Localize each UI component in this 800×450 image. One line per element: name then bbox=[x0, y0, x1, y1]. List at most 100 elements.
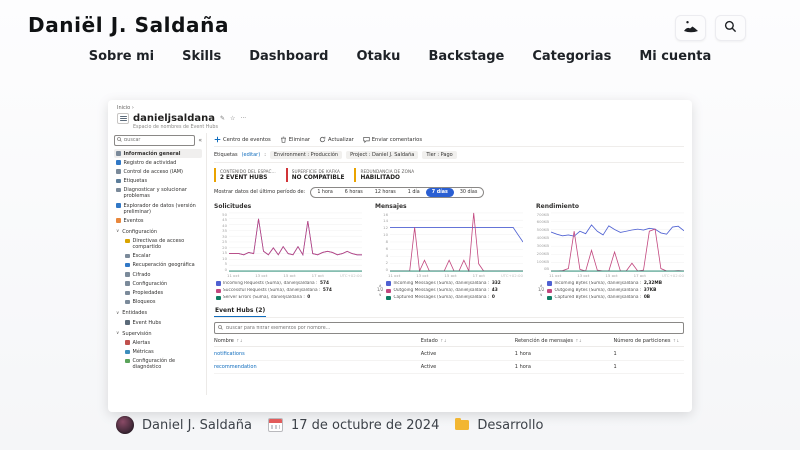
nav-item-skills[interactable]: Skills bbox=[182, 49, 221, 64]
sidebar-item-event-hubs[interactable]: Event Hubs bbox=[114, 318, 202, 327]
sidebar-item-configuracion[interactable]: Configuración bbox=[114, 279, 202, 288]
collapse-sidebar-icon[interactable]: « bbox=[198, 137, 202, 144]
legend-item[interactable]: Outgoing Bytes (Suma), danieljsaldana :3… bbox=[547, 288, 684, 293]
sidebar-item-entidades[interactable]: ∨Entidades bbox=[114, 309, 202, 318]
legend-item[interactable]: Successful Requests (Suma), danieljsalda… bbox=[216, 288, 362, 293]
tags-label: Etiquetas bbox=[214, 152, 238, 158]
period-7-dias[interactable]: 7 días bbox=[426, 188, 454, 196]
events-icon bbox=[116, 218, 121, 223]
column-label: Nombre bbox=[214, 338, 234, 344]
sidebar-item-metricas[interactable]: Métricas bbox=[114, 348, 202, 357]
sidebar-item-bloqueos[interactable]: Bloqueos bbox=[114, 298, 202, 307]
nav-item-otaku[interactable]: Otaku bbox=[357, 49, 401, 64]
sidebar-item-propiedades[interactable]: Propiedades bbox=[114, 288, 202, 297]
legend-item[interactable]: Incoming Requests (Suma), danieljsaldana… bbox=[216, 281, 362, 286]
column-header-numero-de-particiones[interactable]: Número de particiones ↑↓ bbox=[613, 338, 684, 344]
nav-item-sobre-mi[interactable]: Sobre mi bbox=[89, 49, 154, 64]
x-tick: 11 oct bbox=[227, 273, 239, 278]
sidebar-search-input[interactable] bbox=[124, 138, 192, 143]
theme-mountain-button[interactable] bbox=[675, 15, 706, 41]
chip-contenido-del-espac: CONTENIDO DEL ESPAC...2 EVENT HUBS bbox=[214, 168, 276, 182]
breadcrumb[interactable]: Inicio › bbox=[117, 105, 683, 111]
more-options-icon[interactable]: ··· bbox=[240, 115, 246, 122]
legend-item[interactable]: Captured Bytes (Suma), danieljsaldana :0… bbox=[547, 295, 684, 300]
tags-edit-link[interactable]: (editar) bbox=[242, 152, 261, 158]
period-30-dias[interactable]: 30 días bbox=[454, 188, 483, 196]
sidebar-item-configuracion[interactable]: ∨Configuración bbox=[114, 227, 202, 236]
favorite-star-icon[interactable]: ☆ bbox=[230, 115, 235, 122]
sidebar-item-configuracion-de-diagnostico[interactable]: Configuración de diagnóstico bbox=[114, 357, 202, 372]
y-tick: 700KB bbox=[536, 212, 549, 217]
hub-filter-input[interactable] bbox=[226, 326, 680, 331]
period-1-dia[interactable]: 1 día bbox=[402, 188, 426, 196]
legend-item[interactable]: Incoming Bytes (Suma), danieljsaldana :2… bbox=[547, 281, 684, 286]
legend-item[interactable]: Server Errors (Suma), danieljsaldana :0 bbox=[216, 295, 362, 300]
sort-icon: ↑↓ bbox=[235, 338, 243, 343]
period-6-horas[interactable]: 6 horas bbox=[339, 188, 369, 196]
nav-item-mi-cuenta[interactable]: Mi cuenta bbox=[639, 49, 711, 64]
y-tick: 0B bbox=[536, 266, 549, 271]
sidebar-search-box[interactable] bbox=[114, 135, 195, 146]
x-axis-labels: 11 oct13 oct15 oct17 octUTC+02:00 bbox=[388, 273, 523, 278]
edit-icon[interactable]: ✎ bbox=[220, 115, 225, 122]
column-header-nombre[interactable]: Nombre ↑↓ bbox=[214, 338, 421, 344]
hub-name-link[interactable]: recommendation bbox=[214, 364, 421, 370]
legend-item[interactable]: Captured Messages (Suma), danieljsaldana… bbox=[386, 295, 523, 300]
sidebar-item-cifrado[interactable]: Cifrado bbox=[114, 270, 202, 279]
legend-item[interactable]: Incoming Messages (Suma), danieljsaldana… bbox=[386, 281, 523, 286]
x-tick: 11 oct bbox=[549, 273, 561, 278]
table-row[interactable]: notificationsActive1 hora1 bbox=[214, 347, 684, 360]
period-12-horas[interactable]: 12 horas bbox=[369, 188, 402, 196]
sidebar-item-eventos[interactable]: Eventos bbox=[114, 216, 202, 225]
toolbar-enviar-comentarios[interactable]: Enviar comentarios bbox=[363, 136, 422, 143]
sidebar-item-alertas[interactable]: Alertas bbox=[114, 338, 202, 347]
legend-name: Captured Messages (Suma), danieljsaldana… bbox=[393, 295, 489, 300]
legend-page-down-icon[interactable]: ∨ bbox=[540, 293, 543, 298]
toolbar-centro-de-eventos[interactable]: Centro de eventos bbox=[214, 136, 271, 143]
legend-swatch bbox=[386, 281, 391, 286]
legend-total: 0B bbox=[644, 295, 650, 300]
sidebar-item-explorador-de-datos-version-preliminar[interactable]: Explorador de datos (versión preliminar) bbox=[114, 201, 202, 216]
sidebar-item-supervision[interactable]: ∨Supervisión bbox=[114, 329, 202, 338]
legend-swatch bbox=[547, 289, 552, 294]
table-row[interactable]: recommendationActive1 hora1 bbox=[214, 361, 684, 374]
author-avatar[interactable] bbox=[116, 416, 134, 434]
nav-item-categorias[interactable]: Categorias bbox=[532, 49, 611, 64]
site-logo[interactable]: Daniël J. Saldaña bbox=[28, 13, 229, 37]
period-1-hora[interactable]: 1 hora bbox=[311, 188, 338, 196]
search-button[interactable] bbox=[715, 15, 746, 41]
x-tick: 15 oct bbox=[283, 273, 295, 278]
legend-page-down-icon[interactable]: ∨ bbox=[379, 293, 382, 298]
toolbar-eliminar[interactable]: Eliminar bbox=[280, 136, 310, 143]
sidebar-item-informacion-general[interactable]: Información general bbox=[114, 149, 202, 158]
event-hubs-tab[interactable]: Event Hubs (2) bbox=[214, 307, 266, 317]
column-header-estado[interactable]: Estado ↑↓ bbox=[421, 338, 515, 344]
hub-name-link[interactable]: notifications bbox=[214, 351, 421, 357]
legend-name: Successful Requests (Suma), danieljsalda… bbox=[223, 288, 320, 293]
period-row: Mostrar datos del último período de: 1 h… bbox=[214, 186, 684, 200]
sidebar-item-label: Explorador de datos (versión preliminar) bbox=[124, 203, 201, 215]
chip-title: SUPERFICIE DE KAFKA bbox=[292, 169, 345, 174]
sidebar-item-escalar[interactable]: Escalar bbox=[114, 252, 202, 261]
hub-filter-box[interactable] bbox=[214, 322, 684, 334]
sidebar-item-registro-de-actividad[interactable]: Registro de actividad bbox=[114, 158, 202, 167]
sidebar-item-control-de-acceso-iam[interactable]: Control de acceso (IAM) bbox=[114, 167, 202, 176]
sidebar-item-directivas-de-acceso-compartido[interactable]: Directivas de acceso compartido bbox=[114, 237, 202, 252]
post-meta: Daniel J. Saldaña 17 de octubre de 2024 … bbox=[116, 416, 543, 434]
toolbar-actualizar[interactable]: Actualizar bbox=[319, 136, 354, 143]
legend-item[interactable]: Outgoing Messages (Suma), danieljsaldana… bbox=[386, 288, 523, 293]
legend-total: 0 bbox=[307, 295, 310, 300]
nav-item-dashboard[interactable]: Dashboard bbox=[249, 49, 328, 64]
post-category[interactable]: Desarrollo bbox=[477, 418, 543, 433]
nav-item-backstage[interactable]: Backstage bbox=[428, 49, 504, 64]
sidebar-item-diagnosticar-y-solucionar-problemas[interactable]: Diagnosticar y solucionar problemas bbox=[114, 186, 202, 201]
column-header-retencion-de-mensajes[interactable]: Retención de mensajes ↑↓ bbox=[515, 338, 614, 344]
tag-environment-produccion[interactable]: Environment : Producción bbox=[270, 151, 342, 159]
y-axis-labels: 50454035302520151050 bbox=[214, 212, 227, 272]
sidebar-item-label: Configuración bbox=[122, 229, 157, 235]
author-name[interactable]: Daniel J. Saldaña bbox=[142, 418, 252, 433]
tag-project-daniel-j-saldana[interactable]: Project : Daniel J. Saldaña bbox=[346, 151, 418, 159]
sidebar-item-recuperacion-geografica[interactable]: Recuperación geográfica bbox=[114, 261, 202, 270]
tag-tier-pago[interactable]: Tier : Pago bbox=[422, 151, 456, 159]
sidebar-item-etiquetas[interactable]: Etiquetas bbox=[114, 177, 202, 186]
